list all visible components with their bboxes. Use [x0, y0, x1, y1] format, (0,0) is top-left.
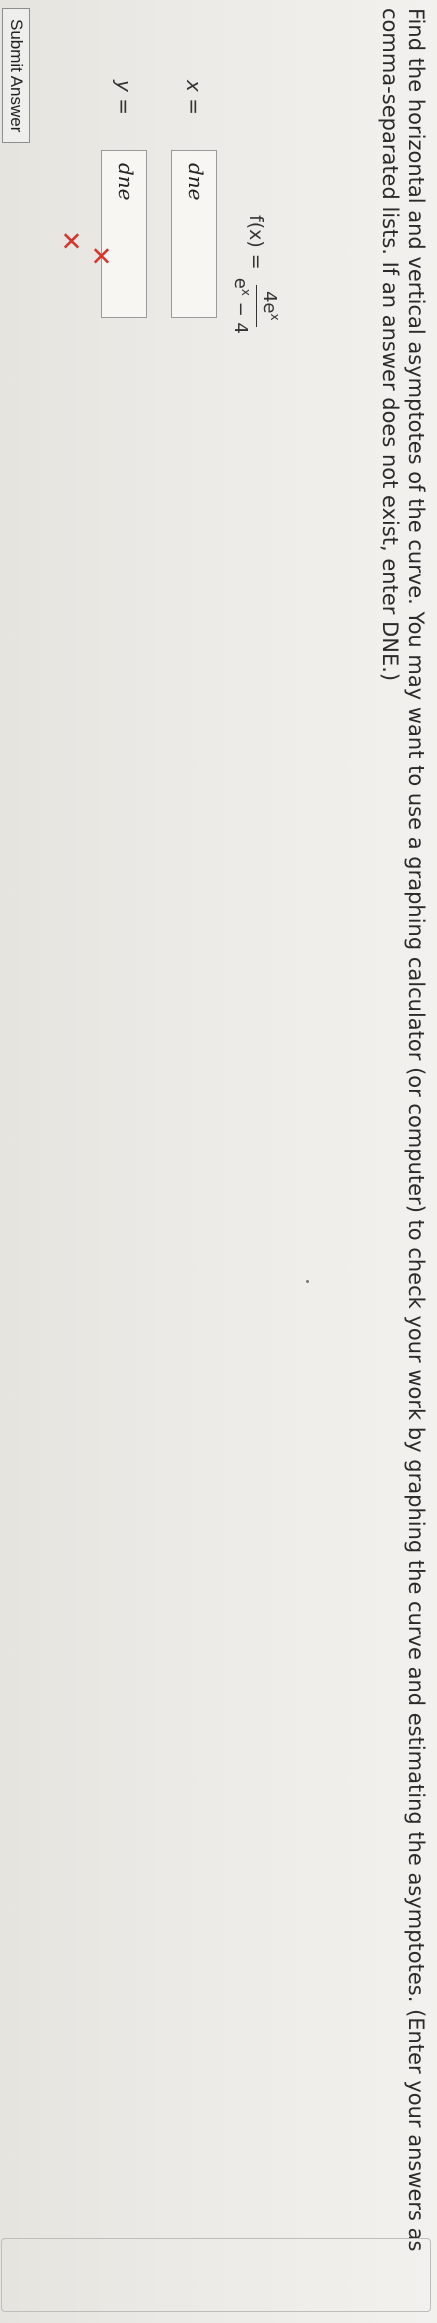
y-label-eq: = [112, 91, 136, 115]
dust-speck [306, 1280, 309, 1283]
x-label: x = [182, 80, 206, 150]
x-label-eq: = [182, 91, 206, 115]
denominator-exponent: x [239, 288, 253, 296]
submit-answer-button[interactable]: Submit Answer [2, 8, 30, 144]
fraction-numerator: 4ex [256, 284, 282, 327]
numerator-base: 4e [259, 290, 280, 314]
y-label: y = [112, 80, 136, 150]
y-label-var: y [112, 80, 136, 92]
function-formula: f(x) = 4ex ex − 4 [230, 215, 282, 334]
y-incorrect-icon: ✕ [55, 230, 85, 252]
question-card: Find the horizontal and vertical asympto… [0, 0, 437, 2323]
formula-lhs: f(x) = [245, 215, 267, 270]
denominator-rest: − 4 [230, 295, 251, 334]
y-answer-input[interactable]: dne [101, 150, 147, 318]
x-answer-input[interactable]: dne [171, 150, 217, 318]
x-label-var: x [182, 80, 206, 92]
vertical-asymptote-row: x = dne [171, 80, 217, 318]
question-text: Find the horizontal and vertical asympto… [378, 8, 428, 2252]
numerator-exponent: x [268, 313, 282, 321]
side-panel-frame [1, 2238, 431, 2312]
denominator-base: e [230, 277, 251, 289]
fraction: 4ex ex − 4 [230, 278, 282, 334]
x-incorrect-icon: ✕ [85, 245, 115, 267]
fraction-denominator: ex − 4 [230, 278, 256, 334]
horizontal-asymptote-row: y = dne [101, 80, 147, 318]
